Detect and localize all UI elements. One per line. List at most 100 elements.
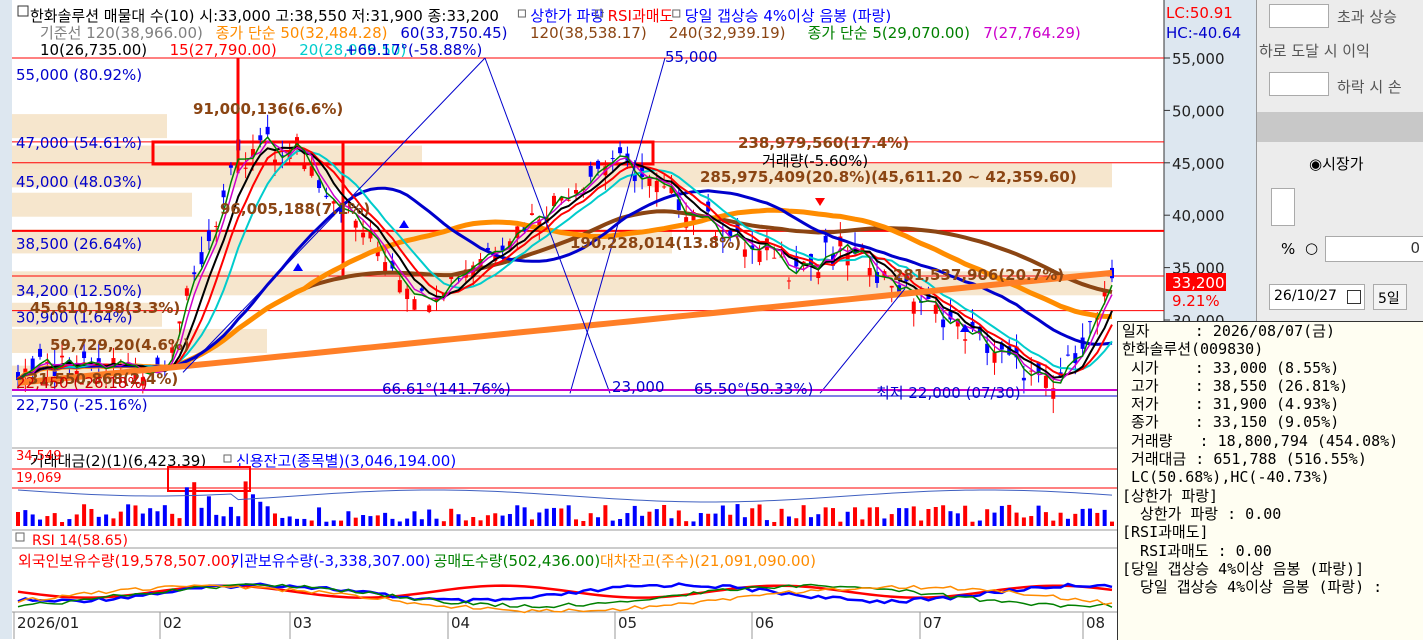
- volume-bar: [339, 520, 344, 526]
- volume-profile-label: 91,000,136(6.6%): [193, 100, 343, 118]
- volume-bar: [419, 519, 424, 526]
- volume-bar: [1029, 516, 1034, 526]
- info-line: [당일 갭상승 4%이상 음봉 (파랑)]: [1122, 559, 1365, 578]
- info-line: 거래대금 : 651,788 (516.55%): [1122, 450, 1367, 469]
- volume-bar: [67, 519, 72, 526]
- volume-bar: [875, 507, 880, 526]
- holdings-legend-item: 기관보유수량(-3,338,307.00): [230, 552, 430, 570]
- volume-bar: [236, 516, 241, 526]
- volume-bar: [258, 501, 263, 526]
- candle-body: [412, 299, 417, 310]
- price-level-label: 55,000 (80.92%): [16, 66, 142, 84]
- volume-bar: [537, 512, 542, 526]
- candle-body: [60, 355, 65, 358]
- volume-bar: [1073, 513, 1078, 526]
- info-line: 종가 : 33,150 (9.05%): [1122, 413, 1340, 432]
- legend-row1-item: 상한가 파랑: [530, 7, 604, 25]
- volume-bar: [948, 511, 953, 526]
- candle-body: [588, 166, 593, 177]
- volume-bar: [933, 506, 938, 526]
- percent-label: %: [1281, 240, 1296, 258]
- candle-body: [1065, 354, 1070, 356]
- volume-bar: [999, 505, 1004, 526]
- chart-annotation: 66.61°(141.76%): [382, 380, 511, 398]
- volume-bar: [823, 507, 828, 526]
- candle-body: [192, 272, 197, 275]
- volume-bar: [992, 512, 997, 526]
- info-line: 한화솔루션(009830): [1122, 340, 1264, 359]
- candle-body: [405, 288, 410, 300]
- zero-input[interactable]: 0: [1325, 236, 1423, 262]
- legend-row1-item: 당일 갭상승 4%이상 음봉 (파랑): [685, 7, 891, 25]
- volume-bar: [272, 513, 277, 526]
- candle-info-tooltip: 일자 : 2026/08/07(금) 한화솔루션(009830) 시가 : 33,…: [1117, 321, 1423, 640]
- volume-bar: [610, 520, 615, 526]
- volume-bar: [456, 514, 461, 526]
- radio-option[interactable]: ○: [1305, 239, 1318, 257]
- candle-body: [742, 249, 747, 257]
- candle-body: [911, 301, 916, 314]
- over-up-input[interactable]: [1269, 4, 1329, 28]
- volume-bar: [206, 496, 211, 526]
- candle-body: [206, 230, 211, 242]
- volume-bar: [941, 505, 946, 526]
- volume-bar: [500, 515, 505, 526]
- volume-bar: [919, 520, 924, 526]
- volume-bar: [287, 516, 292, 526]
- volume-bar: [1058, 512, 1063, 526]
- volume-bar: [280, 517, 285, 526]
- days-button-label: 5일: [1378, 291, 1400, 307]
- candle-body: [258, 135, 263, 141]
- holdings-legend-item: 대차잔고(주수)(21,091,090.00): [600, 552, 816, 570]
- info-line: 거래량 : 18,800,794 (454.08%): [1122, 431, 1399, 450]
- legend-row3-item: 15(27,790.00): [170, 41, 277, 59]
- volume-bar: [522, 507, 527, 526]
- volume-bar: [581, 520, 586, 526]
- candle-body: [867, 267, 872, 276]
- chart-annotation: 23,000: [612, 378, 665, 396]
- volume-bar: [302, 518, 307, 526]
- volume-bar: [713, 513, 718, 526]
- volume-bar: [243, 481, 248, 526]
- volume-bar: [977, 520, 982, 526]
- date-input[interactable]: 26/10/27: [1269, 284, 1365, 310]
- volume-bar: [89, 508, 94, 526]
- chart-annotation: 거래량(-5.60%): [762, 152, 868, 170]
- candle-body: [786, 280, 791, 282]
- legend-row3-item: 10(26,735.00): [40, 41, 147, 59]
- x-tick-label: 06: [755, 614, 774, 632]
- holdings-legend-item: 공매도수량(502,436.00): [434, 552, 601, 570]
- candle-body: [397, 280, 402, 293]
- volume-bar: [860, 519, 865, 526]
- volume-profile-label: 238,979,560(17.4%): [738, 134, 909, 152]
- volume-profile-label: 281,537,906(20.7%): [893, 266, 1064, 284]
- volume-bar: [1043, 512, 1048, 526]
- volume-profile-label: 190,228,014(13.8%): [570, 234, 741, 252]
- down-input[interactable]: [1269, 72, 1329, 96]
- x-tick-label: 05: [618, 614, 637, 632]
- current-price-label: 33,200: [1172, 274, 1225, 292]
- candle-body: [353, 220, 358, 228]
- candle-body: [419, 288, 424, 291]
- candle-body: [1043, 375, 1048, 388]
- candle-body: [618, 147, 623, 154]
- volume-bar: [742, 517, 747, 526]
- calendar-icon[interactable]: [1347, 290, 1361, 304]
- candle-body: [566, 199, 571, 201]
- volume-bar: [361, 515, 366, 526]
- legend-row2-item: 종가 단순 5(29,070.00): [808, 24, 970, 42]
- volume-bar: [838, 521, 843, 526]
- candle-body: [596, 160, 601, 169]
- chart-annotation: 55,000: [665, 48, 718, 66]
- market-price-radio[interactable]: ◉시장가: [1309, 153, 1364, 174]
- volume-bar: [45, 516, 50, 526]
- volume-bar: [16, 511, 20, 526]
- volume-bar: [816, 514, 821, 526]
- volume-bar: [684, 521, 689, 526]
- days-button[interactable]: 5일: [1373, 284, 1407, 310]
- volume-bar: [853, 507, 858, 526]
- legend-row2-item: 60(33,750.45): [400, 24, 507, 42]
- candle-body: [963, 339, 968, 341]
- volume-bar: [640, 515, 645, 526]
- x-tick-label: 07: [923, 614, 942, 632]
